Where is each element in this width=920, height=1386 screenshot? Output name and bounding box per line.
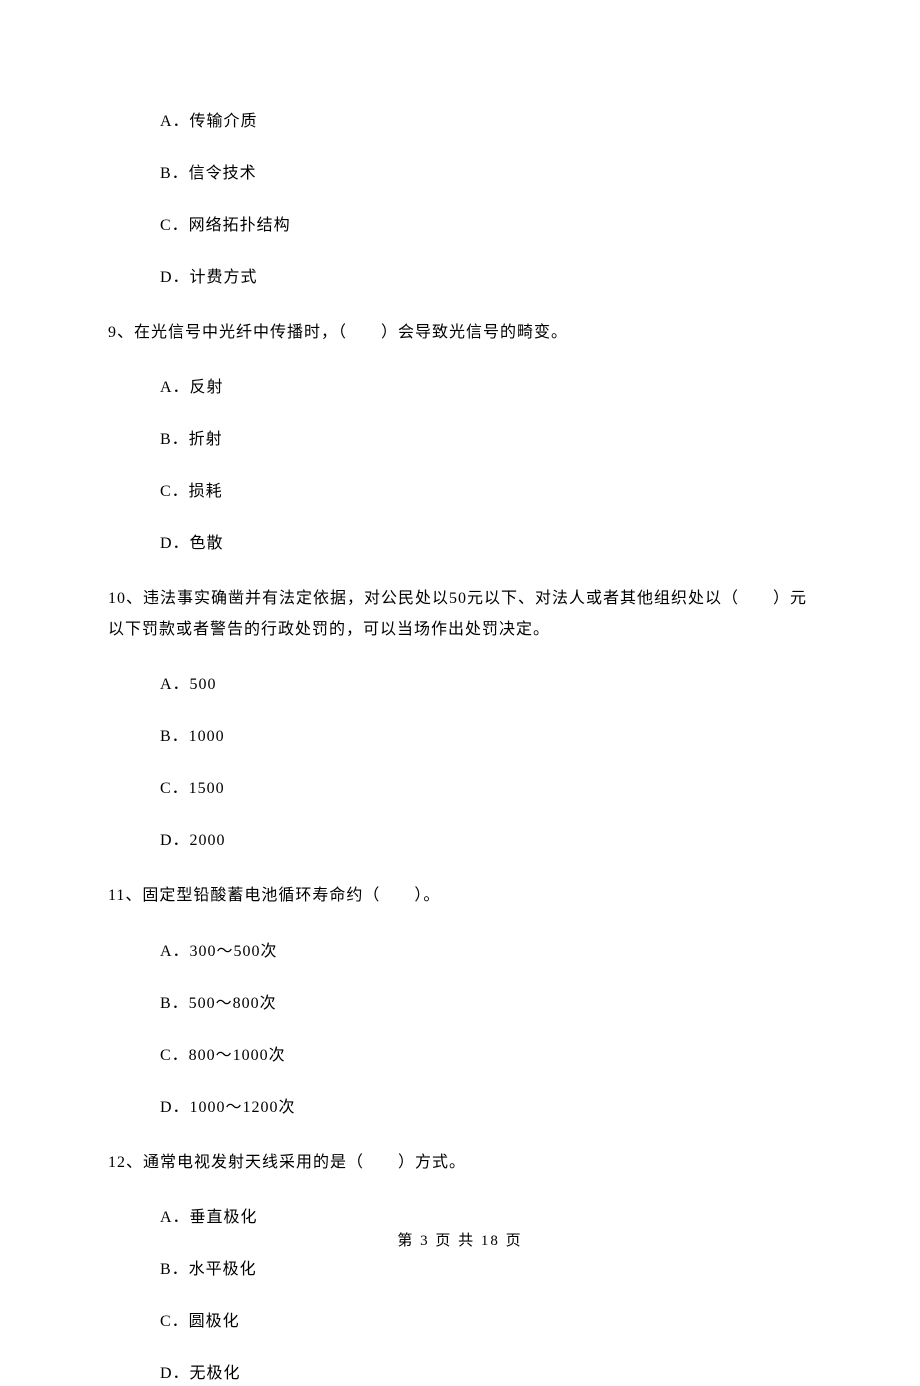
question-11: 11、固定型铅酸蓄电池循环寿命约（ ）。 [108,881,812,911]
page-footer: 第 3 页 共 18 页 [0,1230,920,1253]
question-12: 12、通常电视发射天线采用的是（ ）方式。 [108,1148,812,1178]
option-b: B．信令技术 [160,162,812,186]
q9-option-a: A．反射 [160,376,812,400]
q12-option-d: D．无极化 [160,1362,812,1386]
q10-option-d: D．2000 [160,829,812,853]
option-c: C．网络拓扑结构 [160,214,812,238]
question-10: 10、违法事实确凿并有法定依据，对公民处以50元以下、对法人或者其他组织处以（ … [108,584,812,645]
q12-option-a: A．垂直极化 [160,1206,812,1230]
q12-option-c: C．圆极化 [160,1310,812,1334]
option-d: D．计费方式 [160,266,812,290]
question-9: 9、在光信号中光纤中传播时，（ ）会导致光信号的畸变。 [108,318,812,348]
option-a: A．传输介质 [160,110,812,134]
q11-option-c: C．800～1000次 [160,1044,812,1068]
q11-option-d: D．1000～1200次 [160,1096,812,1120]
q9-option-d: D．色散 [160,532,812,556]
q9-option-b: B．折射 [160,428,812,452]
q11-option-b: B．500～800次 [160,992,812,1016]
page-content: A．传输介质 B．信令技术 C．网络拓扑结构 D．计费方式 9、在光信号中光纤中… [0,0,920,1386]
q10-option-c: C．1500 [160,777,812,801]
q10-option-a: A．500 [160,673,812,697]
q9-option-c: C．损耗 [160,480,812,504]
q12-option-b: B．水平极化 [160,1258,812,1282]
q10-option-b: B．1000 [160,725,812,749]
q11-option-a: A．300～500次 [160,940,812,964]
